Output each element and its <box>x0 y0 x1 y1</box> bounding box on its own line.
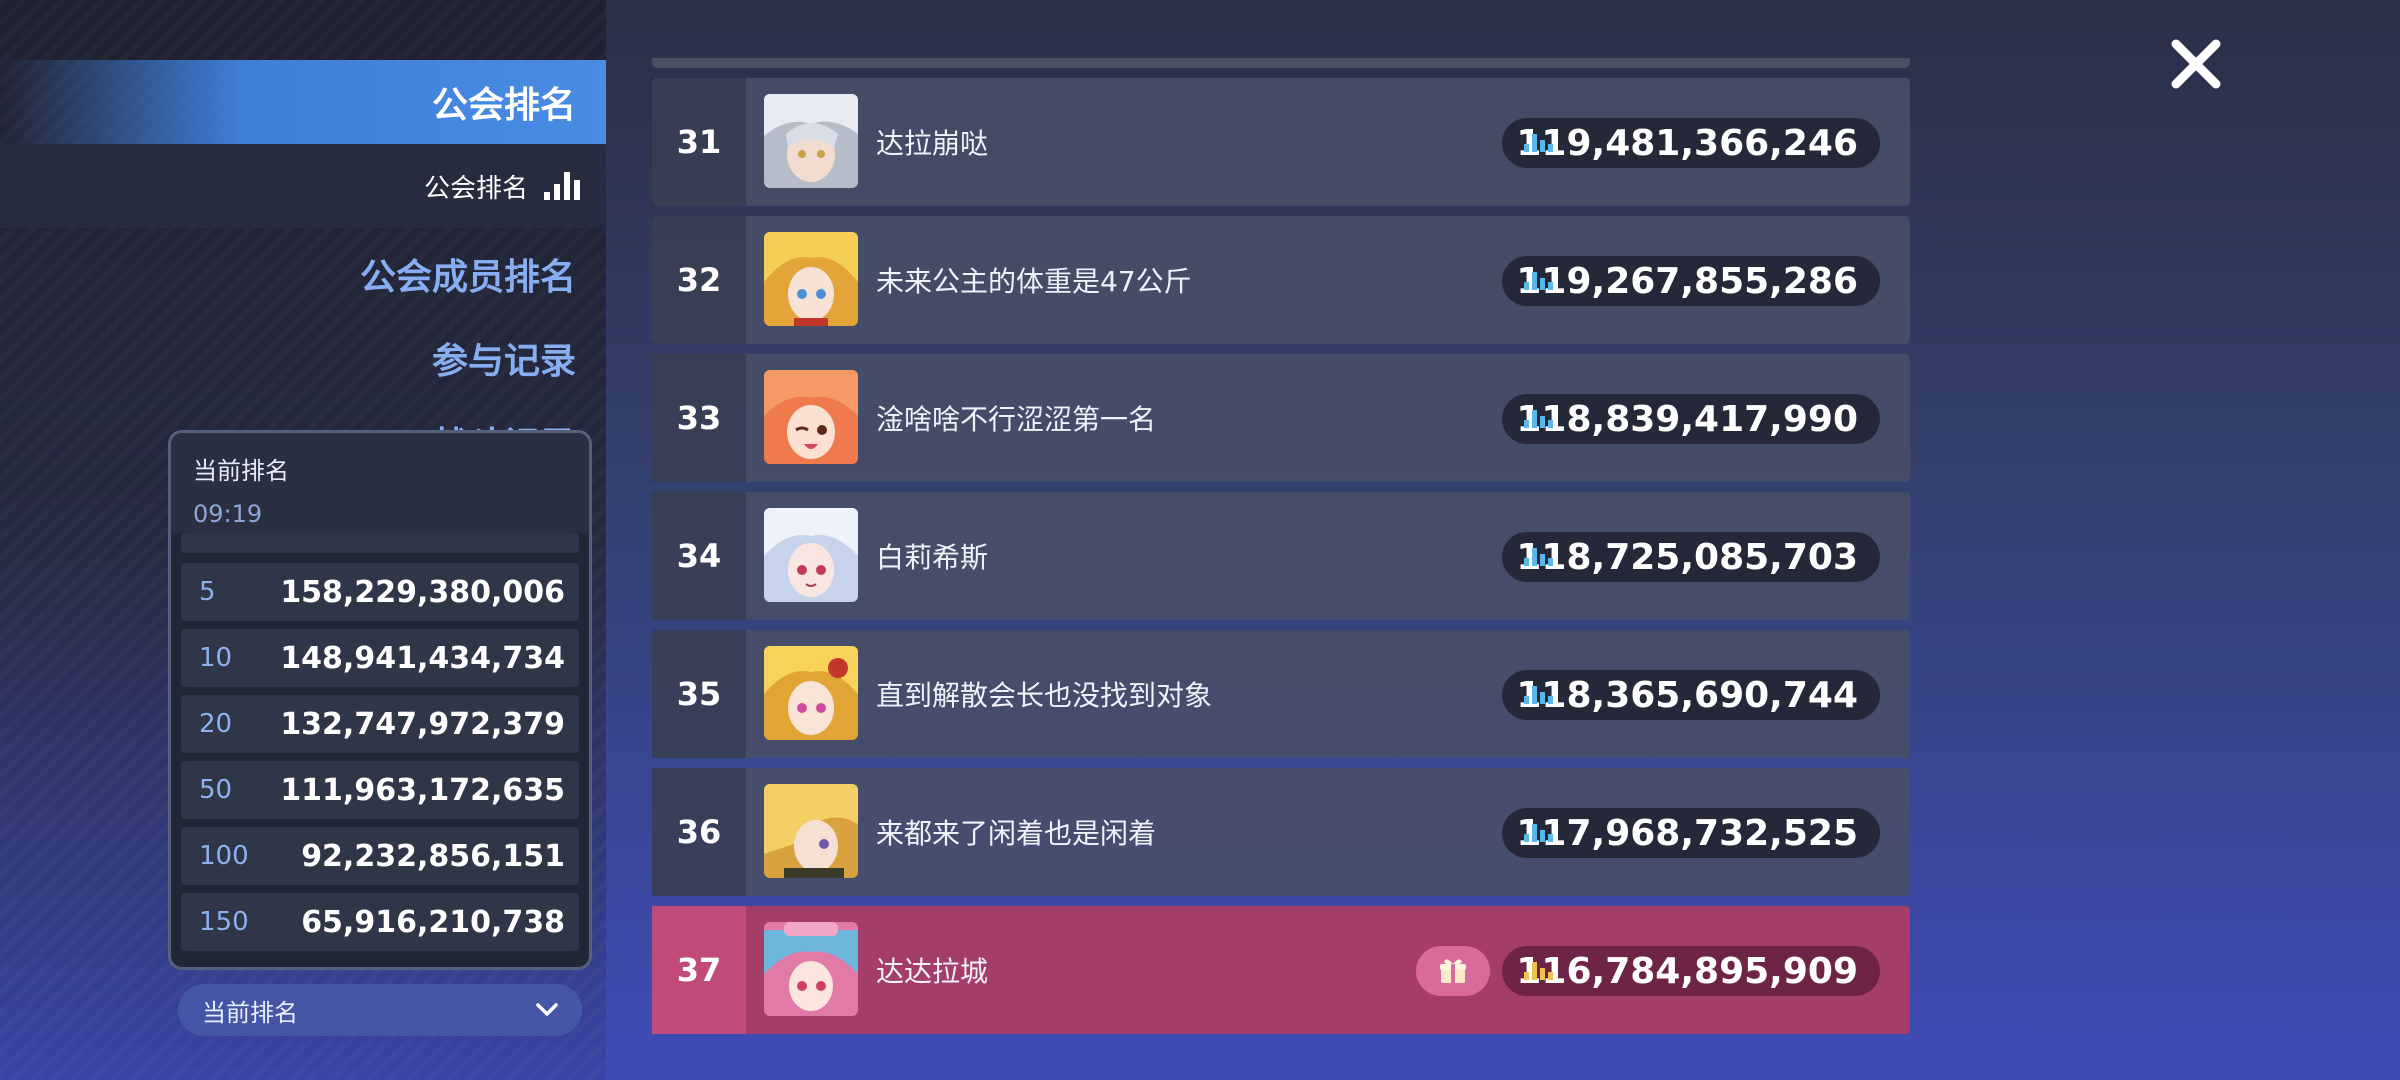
previous-row-edge <box>652 58 1910 68</box>
popup-row: 100 92,232,856,151 <box>181 827 579 885</box>
popup-row-rank: 5 <box>199 577 216 607</box>
ranking-row[interactable]: 34 白莉希斯 118,725,085,703 <box>652 492 1910 620</box>
rank-number: 35 <box>652 630 746 758</box>
popup-row-value: 111,963,172,635 <box>280 772 565 808</box>
ranking-row[interactable]: 36 来都来了闲着也是闲着 117,968,732,525 <box>652 768 1910 896</box>
bar-chart-icon <box>1524 268 1553 290</box>
score-badge: 118,839,417,990 <box>1502 394 1880 444</box>
bar-chart-icon <box>1524 682 1553 704</box>
popup-title: 当前排名 <box>193 457 289 485</box>
popup-row: 150 65,916,210,738 <box>181 893 579 951</box>
gift-button[interactable] <box>1416 946 1490 996</box>
score-badge: 119,481,366,246 <box>1502 118 1880 168</box>
close-icon[interactable] <box>2168 36 2224 92</box>
nav-member-ranking[interactable]: 公会成员排名 <box>360 248 576 300</box>
popup-row-cut <box>181 533 579 553</box>
rank-number: 37 <box>652 906 746 1034</box>
popup-row-rank: 150 <box>199 907 249 937</box>
score-badge: 118,725,085,703 <box>1502 532 1880 582</box>
orange-hair-wink-avatar <box>764 370 858 464</box>
ranking-row[interactable]: 33 淦啥啥不行涩涩第一名 118,839,417,990 <box>652 354 1910 482</box>
popup-header: 当前排名 09:19 <box>171 433 589 533</box>
score-badge: 116,784,895,909 <box>1502 946 1880 996</box>
popup-row: 20 132,747,972,379 <box>181 695 579 753</box>
score-value: 117,968,732,525 <box>1516 812 1858 854</box>
bar-chart-icon <box>1524 958 1553 980</box>
tab-guild-ranking[interactable]: 公会排名 <box>0 60 606 144</box>
rank-number: 31 <box>652 78 746 206</box>
rank-number: 33 <box>652 354 746 482</box>
subtab-guild-ranking-label: 公会排名 <box>423 173 528 204</box>
my-guild-ranking-row[interactable]: 37 达达拉城 116,784,895,909 <box>652 906 1910 1034</box>
score-value: 119,267,855,286 <box>1516 260 1858 302</box>
dropdown-label: 当前排名 <box>202 998 298 1027</box>
popup-row-value: 132,747,972,379 <box>280 706 565 742</box>
ranking-row[interactable]: 32 未来公主的体重是47公斤 119,267,855,286 <box>652 216 1910 344</box>
score-badge: 119,267,855,286 <box>1502 256 1880 306</box>
ranking-row[interactable]: 31 达拉崩哒 119,481,366,246 <box>652 78 1910 206</box>
tab-guild-ranking-label: 公会排名 <box>431 85 576 126</box>
silver-hair-avatar <box>764 94 858 188</box>
popup-row-value: 148,941,434,734 <box>280 640 565 676</box>
popup-row-value: 158,229,380,006 <box>280 574 565 610</box>
popup-row-rank: 50 <box>199 775 233 805</box>
white-hair-avatar <box>764 508 858 602</box>
rank-number: 36 <box>652 768 746 896</box>
chevron-down-icon <box>536 1003 558 1016</box>
ranking-type-dropdown[interactable]: 当前排名 <box>178 984 582 1036</box>
gift-icon <box>1440 959 1466 983</box>
bar-chart-icon <box>1524 130 1553 152</box>
rank-number: 32 <box>652 216 746 344</box>
popup-row-rank: 20 <box>199 709 233 739</box>
bar-chart-icon <box>1524 820 1553 842</box>
blonde-princess-avatar <box>764 232 858 326</box>
bar-chart-icon <box>1524 406 1553 428</box>
popup-row: 50 111,963,172,635 <box>181 761 579 819</box>
score-value: 118,725,085,703 <box>1516 536 1858 578</box>
guild-name: 达拉崩哒 <box>876 127 989 160</box>
popup-row: 5 158,229,380,006 <box>181 563 579 621</box>
popup-row: 10 148,941,434,734 <box>181 629 579 687</box>
score-value: 118,365,690,744 <box>1516 674 1858 716</box>
current-ranking-popup: 当前排名 09:19 5 158,229,380,006 10 148,941,… <box>168 430 592 970</box>
score-badge: 118,365,690,744 <box>1502 670 1880 720</box>
subtab-guild-ranking[interactable]: 公会排名 <box>0 144 606 228</box>
score-badge: 117,968,732,525 <box>1502 808 1880 858</box>
ranking-row[interactable]: 35 直到解散会长也没找到对象 118,365,690,744 <box>652 630 1910 758</box>
score-value: 116,784,895,909 <box>1516 950 1858 992</box>
guild-name: 白莉希斯 <box>876 541 989 574</box>
popup-row-rank: 100 <box>199 841 249 871</box>
popup-row-value: 65,916,210,738 <box>301 904 565 940</box>
popup-time: 09:19 <box>193 500 263 528</box>
guild-name: 达达拉城 <box>876 955 989 988</box>
rank-number: 34 <box>652 492 746 620</box>
guild-name: 未来公主的体重是47公斤 <box>876 265 1192 298</box>
guild-name: 淦啥啥不行涩涩第一名 <box>876 403 1157 436</box>
popup-row-rank: 10 <box>199 643 233 673</box>
guild-name: 直到解散会长也没找到对象 <box>876 679 1213 712</box>
popup-row-value: 92,232,856,151 <box>301 838 565 874</box>
blonde-cover-eye-avatar <box>764 784 858 878</box>
score-value: 118,839,417,990 <box>1516 398 1858 440</box>
guild-name: 来都来了闲着也是闲着 <box>876 817 1157 850</box>
guild-ranking-list[interactable]: 31 达拉崩哒 119,481,366,246 32 未来公主的体重是47公斤 … <box>652 0 1910 1080</box>
bar-chart-icon <box>544 172 580 200</box>
score-value: 119,481,366,246 <box>1516 122 1858 164</box>
bar-chart-icon <box>1524 544 1553 566</box>
blonde-pink-eye-avatar <box>764 646 858 740</box>
nav-participation-record[interactable]: 参与记录 <box>432 332 576 384</box>
popup-rank-list[interactable]: 5 158,229,380,006 10 148,941,434,734 20 … <box>181 533 579 959</box>
blue-hair-maid-avatar <box>764 922 858 1016</box>
